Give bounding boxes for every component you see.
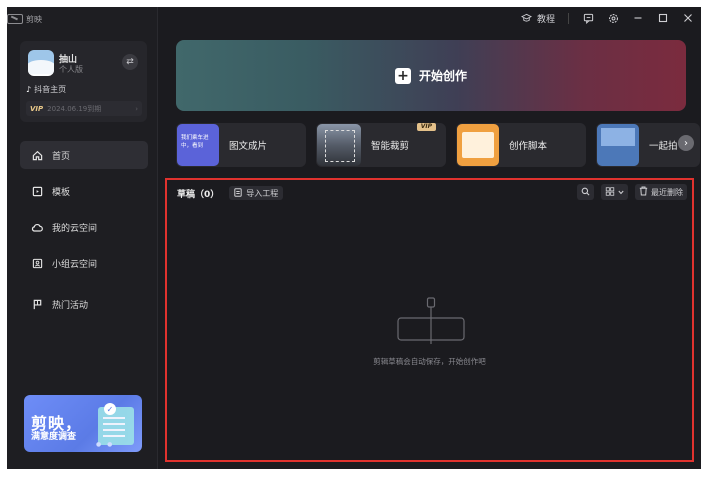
vip-tag: VIP (416, 123, 436, 131)
nav-label: 首页 (52, 151, 71, 162)
satisfaction-survey-banner[interactable]: 剪映， 满意度调查 ✓ ● ● (24, 395, 142, 452)
import-project-label: 导入工程 (246, 188, 279, 198)
drafts-title: 草稿（0） (177, 189, 220, 200)
minimize-icon[interactable] (632, 12, 644, 24)
empty-drafts-icon (397, 297, 465, 344)
drafts-panel: 草稿（0） 导入工程 最近删除 剪辑草稿会自动保存，开始创作吧 (165, 178, 694, 462)
empty-drafts-message: 剪辑草稿会自动保存，开始创作吧 (373, 357, 486, 366)
trash-icon (639, 186, 648, 198)
feedback-icon[interactable] (582, 12, 594, 24)
maximize-icon[interactable] (657, 12, 669, 24)
carousel-dots: ● ● (96, 441, 115, 448)
vip-expiry: 2024.06.19到期 (47, 104, 102, 113)
logo-icon (7, 14, 23, 24)
flag-icon (31, 298, 43, 310)
template-icon (31, 185, 43, 197)
nav-item-my-cloud[interactable]: 我的云空间 (20, 213, 148, 241)
drafts-toolbar: 最近删除 (577, 184, 687, 200)
search-button[interactable] (577, 184, 594, 200)
thumbnail-caption: 我们乘车进中，看到 (181, 135, 209, 149)
nav-label: 模板 (52, 187, 71, 198)
nav-label: 热门活动 (52, 300, 89, 311)
title-bar: 教程 (158, 7, 701, 29)
team-cloud-icon (31, 257, 43, 269)
nav-item-hot-events[interactable]: 热门活动 (20, 290, 148, 318)
tutorial-button[interactable]: 教程 (521, 12, 555, 25)
tool-smart-crop[interactable]: 智能裁剪 VIP (316, 123, 446, 167)
avatar[interactable] (28, 50, 54, 76)
tutorial-label: 教程 (536, 14, 555, 25)
survey-subtitle: 满意度调查 (31, 432, 77, 442)
document-icon (98, 407, 134, 445)
recently-deleted-button[interactable]: 最近删除 (635, 184, 687, 200)
switch-account-button[interactable]: ⇄ (122, 54, 138, 70)
tool-label: 创作脚本 (509, 141, 548, 152)
recently-deleted-label: 最近删除 (651, 187, 683, 197)
swap-icon: ⇄ (126, 57, 134, 67)
nav-item-home[interactable]: 首页 (20, 141, 148, 169)
close-icon[interactable] (682, 12, 694, 24)
scroll-right-button[interactable]: › (678, 135, 694, 151)
chevron-right-icon: › (135, 104, 138, 113)
profile-card: 抽山 个人版 ⇄ ♪ 抖音主页 VIP 2024.06.19到期 › (20, 41, 147, 122)
douyin-icon: ♪ (26, 85, 32, 94)
vip-badge: VIP (30, 104, 44, 113)
chevron-right-icon: › (684, 137, 688, 149)
user-plan: 个人版 (59, 65, 83, 74)
search-icon (581, 187, 590, 198)
quick-tools-row: 我们乘车进中，看到 图文成片 智能裁剪 VIP 创作脚本 一起拍 (176, 123, 700, 167)
sidebar: 剪映 抽山 个人版 ⇄ ♪ 抖音主页 VIP 2024.06.19到期 › 首页 (7, 7, 158, 469)
settings-gear-icon[interactable] (607, 12, 619, 24)
view-mode-dropdown[interactable] (601, 184, 628, 200)
tool-creative-script[interactable]: 创作脚本 (456, 123, 586, 167)
tool-thumbnail (457, 124, 499, 166)
tool-label: 图文成片 (229, 141, 268, 152)
nav-item-team-cloud[interactable]: 小组云空间 (20, 249, 148, 277)
import-project-button[interactable]: 导入工程 (229, 186, 284, 200)
file-icon (234, 187, 242, 199)
tool-thumbnail (597, 124, 639, 166)
start-creating-label: 开始创作 (418, 69, 467, 83)
home-icon (31, 149, 43, 161)
plus-icon: + (394, 67, 411, 84)
douyin-homepage-link[interactable]: ♪ 抖音主页 (26, 84, 66, 95)
tool-thumbnail: 我们乘车进中，看到 (177, 124, 219, 166)
douyin-link-label: 抖音主页 (34, 85, 67, 94)
drafts-header: 草稿（0） 导入工程 (177, 186, 284, 200)
graduation-cap-icon (521, 12, 533, 24)
start-creating-button[interactable]: + 开始创作 (176, 40, 686, 111)
app-logo: 剪映 (7, 11, 42, 27)
tool-thumbnail (317, 124, 361, 166)
chevron-down-icon (618, 188, 624, 197)
nav-label: 小组云空间 (52, 259, 98, 270)
tool-label: 一起拍 (649, 141, 678, 152)
vip-status[interactable]: VIP 2024.06.19到期 › (26, 101, 142, 116)
app-name: 剪映 (26, 14, 42, 24)
tool-label: 智能裁剪 (371, 141, 410, 152)
cloud-icon (31, 221, 43, 233)
grid-view-icon (605, 186, 615, 198)
nav-label: 我的云空间 (52, 223, 98, 234)
app-window: 剪映 抽山 个人版 ⇄ ♪ 抖音主页 VIP 2024.06.19到期 › 首页 (7, 7, 701, 469)
nav-item-templates[interactable]: 模板 (20, 177, 148, 205)
divider (568, 12, 569, 24)
tool-text-to-video[interactable]: 我们乘车进中，看到 图文成片 (176, 123, 306, 167)
check-icon: ✓ (104, 403, 116, 415)
